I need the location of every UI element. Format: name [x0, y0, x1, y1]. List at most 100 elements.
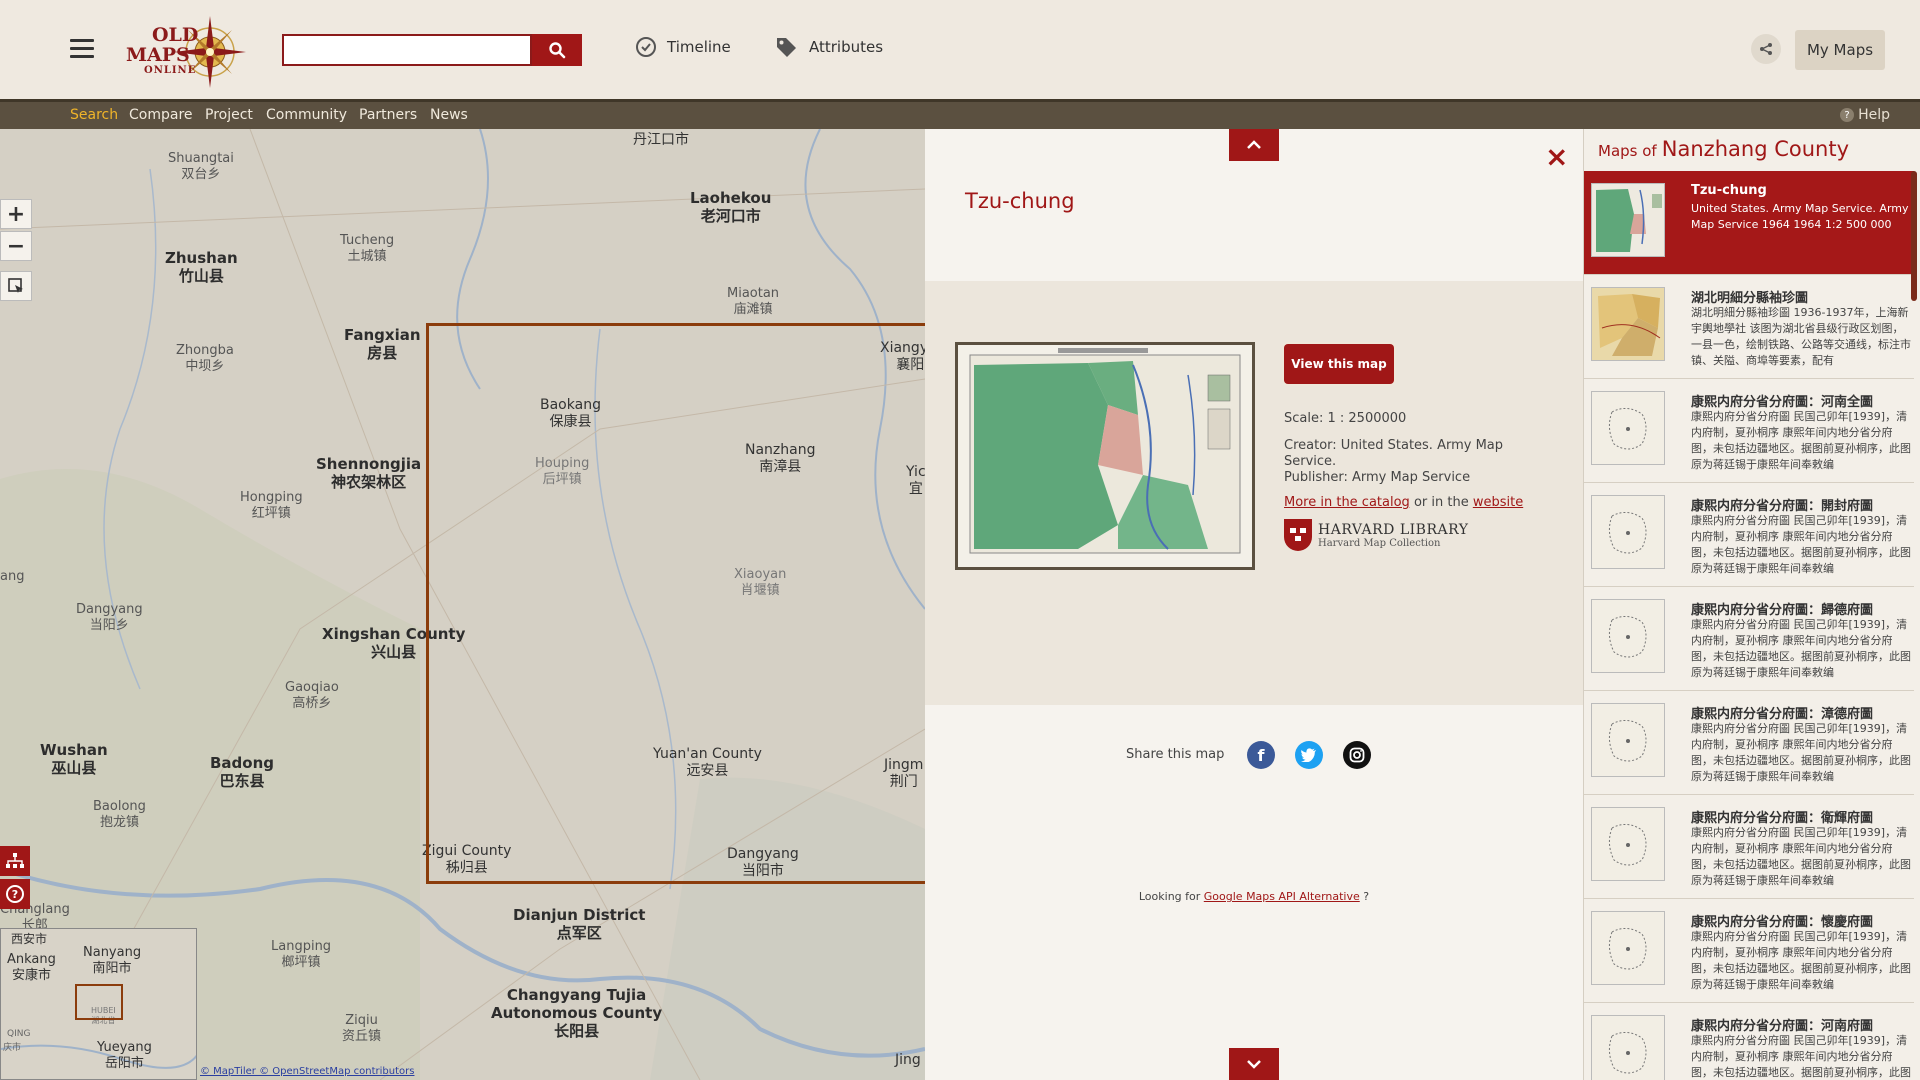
list-item-title: 康熙内府分省分府圖：開封府圖: [1691, 499, 1874, 514]
attributes-label: Attributes: [809, 38, 884, 56]
catalog-link[interactable]: More in the catalog: [1284, 495, 1410, 510]
place-label: Wushan 巫山县: [40, 741, 108, 777]
timeline-label: Timeline: [667, 38, 731, 56]
overview-label: Yueyang 岳阳市: [97, 1040, 152, 1071]
search-button[interactable]: [532, 34, 582, 66]
list-item-thumbnail: [1591, 287, 1665, 361]
list-item-title: 康熙内府分省分府圖：懷慶府圖: [1691, 915, 1874, 930]
list-item-title: 康熙内府分省分府圖：河南府圖: [1691, 1019, 1874, 1034]
logo-line-maps: MAPS: [126, 44, 190, 66]
hierarchy-icon: [6, 853, 24, 868]
list-item[interactable]: 康熙内府分省分府圖：漳德府圖 康熙内府分省分府圖 民国己卯年[1939]，清内府制…: [1584, 691, 1914, 795]
place-label: Miaotan 庙滩镇: [727, 286, 780, 317]
list-item-thumbnail: [1591, 807, 1665, 881]
timeline-nav[interactable]: Timeline: [635, 36, 731, 58]
select-area-icon: [8, 278, 23, 293]
website-link[interactable]: website: [1473, 495, 1523, 510]
list-header: Maps of Nanzhang County: [1598, 137, 1849, 161]
list-item-title: 康熙内府分省分府圖：漳德府圖: [1691, 707, 1874, 722]
list-item-title: 康熙内府分省分府圖：衛輝府圖: [1691, 811, 1874, 826]
search-input[interactable]: [282, 34, 532, 66]
list-item-description: United States. Army Map Service. Army Ma…: [1691, 202, 1909, 231]
logo-line-online: ONLINE: [144, 65, 197, 76]
overview-label: Ankang 安康市: [7, 952, 56, 983]
map-help-button[interactable]: ?: [0, 879, 30, 909]
list-item-thumbnail: [1591, 495, 1665, 569]
list-item[interactable]: 康熙内府分省分府圖：河南府圖 康熙内府分省分府圖 民国己卯年[1939]，清内府制…: [1584, 1003, 1914, 1080]
place-label: Shennongjia 神农架林区: [316, 455, 422, 491]
question-icon: ?: [6, 885, 24, 903]
facebook-icon[interactable]: f: [1247, 741, 1275, 769]
map-creator: Creator: United States. Army Map Service…: [1284, 438, 1504, 469]
list-item-description: 康熙内府分省分府圖 民国己卯年[1939]，清内府制，夏孙桐序 康熙年间内地分省…: [1691, 722, 1911, 783]
view-map-button[interactable]: View this map: [1284, 344, 1394, 384]
list-item[interactable]: 康熙内府分省分府圖：歸德府圖 康熙内府分省分府圖 民国己卯年[1939]，清内府制…: [1584, 587, 1914, 691]
subnav-partners[interactable]: Partners: [359, 107, 417, 123]
map-footprint-box: [426, 323, 925, 884]
my-maps-button[interactable]: My Maps: [1795, 30, 1885, 70]
harvard-library-logo[interactable]: HARVARD LIBRARY Harvard Map Collection: [1284, 519, 1468, 551]
select-area-button[interactable]: [0, 271, 32, 301]
help-icon: ?: [1840, 108, 1855, 122]
zoom-in-button[interactable]: +: [0, 199, 32, 229]
place-label: Fangxian 房县: [344, 326, 421, 362]
menu-icon[interactable]: [70, 39, 94, 61]
list-item[interactable]: 湖北明細分縣袖珍圖 湖北明細分縣袖珍圖 1936-1937年，上海新宇輿地學社 该…: [1584, 275, 1914, 379]
site-logo[interactable]: OLD MAPS ONLINE: [124, 12, 260, 88]
overview-label: 庆市: [3, 1043, 22, 1053]
list-item-title: 康熙内府分省分府圖：歸德府圖: [1691, 603, 1874, 618]
subnav-search[interactable]: Search: [70, 107, 118, 123]
layers-button[interactable]: [0, 846, 30, 876]
next-map-button[interactable]: [1229, 1048, 1279, 1080]
harvard-shield-icon: [1284, 519, 1312, 551]
map-view[interactable]: 丹江口市 Shuangtai 双台乡 Laohekou 老河口市 Zhushan 竹山…: [0, 129, 925, 1080]
list-item-description: 康熙内府分省分府圖 民国己卯年[1939]，清内府制，夏孙桐序 康熙年间内地分省…: [1691, 514, 1911, 575]
subnav-community[interactable]: Community: [266, 107, 347, 123]
attributes-nav[interactable]: Attributes: [775, 36, 883, 58]
list-item[interactable]: 康熙内府分省分府圖：懷慶府圖 康熙内府分省分府圖 民国己卯年[1939]，清内府制…: [1584, 899, 1914, 1003]
place-label: Zhushan 竹山县: [165, 249, 238, 285]
list-item[interactable]: 康熙内府分省分府圖：河南全圖 康熙内府分省分府圖 民国己卯年[1939]，清内府制…: [1584, 379, 1914, 483]
list-item-title: Tzu-chung: [1691, 183, 1767, 198]
place-label: Ziqiu 资丘镇: [342, 1013, 382, 1044]
list-item-description: 湖北明細分縣袖珍圖 1936-1937年，上海新宇輿地學社 该图为湖北省县级行政…: [1691, 306, 1911, 367]
share-button[interactable]: [1751, 34, 1781, 64]
top-header: OLD MAPS ONLINE Timeline Attributes My M…: [0, 0, 1920, 99]
help-link[interactable]: ? Help: [1840, 107, 1890, 123]
google-maps-alt-link[interactable]: Google Maps API Alternative: [1204, 890, 1360, 903]
list-item[interactable]: 康熙内府分省分府圖：開封府圖 康熙内府分省分府圖 民国己卯年[1939]，清内府制…: [1584, 483, 1914, 587]
place-label: Zhongba 中坝乡: [176, 343, 234, 374]
instagram-icon[interactable]: [1343, 741, 1371, 769]
previous-map-button[interactable]: [1229, 129, 1279, 161]
place-label: Hongping 红坪镇: [240, 490, 303, 521]
chevron-down-icon: [1247, 1060, 1261, 1069]
place-label: Gaoqiao 高桥乡: [285, 680, 339, 711]
subnav-project[interactable]: Project: [205, 107, 253, 123]
tag-icon: [777, 38, 796, 57]
google-maps-alternative-note: Looking for Google Maps API Alternative …: [1138, 890, 1370, 903]
list-item-thumbnail: [1591, 1015, 1665, 1080]
list-item-description: 康熙内府分省分府圖 民国己卯年[1939]，清内府制，夏孙桐序 康熙年间内地分省…: [1691, 1034, 1911, 1079]
list-item[interactable]: Tzu-chung United States. Army Map Service…: [1584, 171, 1914, 275]
list-item-thumbnail: [1591, 183, 1665, 257]
place-label: Badong 巴东县: [210, 754, 275, 790]
place-label: Tucheng 土城镇: [340, 233, 395, 264]
map-thumbnail[interactable]: [955, 342, 1255, 570]
list-item-title: 湖北明細分縣袖珍圖: [1691, 291, 1809, 306]
overview-minimap[interactable]: 西安市 Ankang 安康市 Nanyang 南阳市 HUBEI 湖北省 QING 庆…: [0, 928, 197, 1080]
list-item[interactable]: 康熙内府分省分府圖：衛輝府圖 康熙内府分省分府圖 民国己卯年[1939]，清内府制…: [1584, 795, 1914, 899]
overview-label: Nanyang 南阳市: [83, 945, 142, 976]
map-publisher: Publisher: Army Map Service: [1284, 470, 1471, 485]
place-label: 丹江口市: [633, 132, 689, 148]
zoom-out-button[interactable]: −: [0, 231, 32, 261]
subnav-news[interactable]: News: [430, 107, 468, 123]
map-attribution[interactable]: © MapTiler © OpenStreetMap contributors: [200, 1066, 414, 1077]
twitter-icon[interactable]: [1295, 741, 1323, 769]
overview-viewport-box[interactable]: [75, 984, 123, 1020]
library-collection: Harvard Map Collection: [1318, 537, 1441, 549]
close-icon[interactable]: ×: [1545, 143, 1568, 171]
search-icon: [549, 42, 566, 59]
share-icon: [1760, 43, 1772, 55]
list-scrollbar[interactable]: [1911, 171, 1917, 301]
subnav-compare[interactable]: Compare: [129, 107, 193, 123]
